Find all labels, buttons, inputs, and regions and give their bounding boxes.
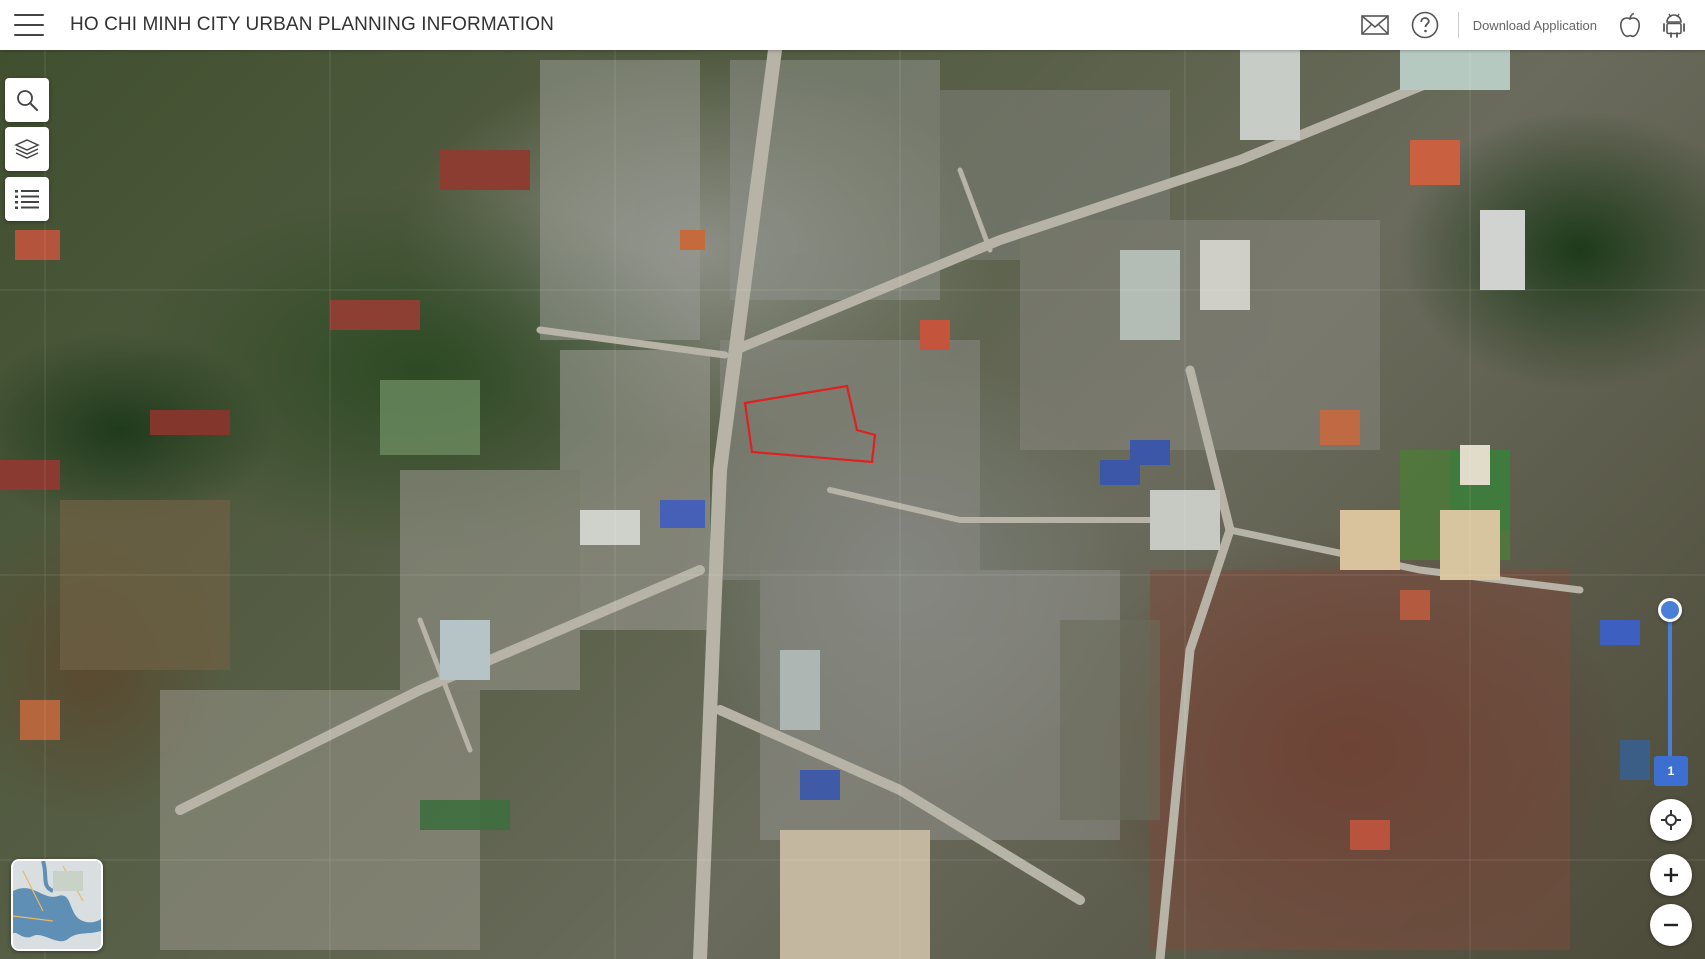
- apple-icon[interactable]: [1613, 8, 1647, 42]
- top-bar: HO CHI MINH CITY URBAN PLANNING INFORMAT…: [0, 0, 1705, 50]
- menu-icon[interactable]: [14, 14, 44, 36]
- android-icon[interactable]: [1657, 8, 1691, 42]
- opacity-slider-handle[interactable]: [1658, 598, 1682, 622]
- map-imagery: [0, 50, 1705, 959]
- locate-icon[interactable]: [1650, 799, 1692, 841]
- satellite-map[interactable]: [0, 50, 1705, 959]
- plus-icon: [1664, 868, 1678, 882]
- zoom-out-button[interactable]: [1650, 904, 1692, 946]
- minus-icon: [1664, 923, 1678, 927]
- opacity-slider-track[interactable]: [1668, 612, 1672, 770]
- app-title: HO CHI MINH CITY URBAN PLANNING INFORMAT…: [70, 14, 554, 35]
- search-icon[interactable]: [5, 78, 49, 122]
- zoom-in-button[interactable]: [1650, 854, 1692, 896]
- opacity-slider-value: 1: [1654, 756, 1688, 786]
- opacity-slider-fill: [1668, 612, 1672, 770]
- layers-icon[interactable]: [5, 127, 49, 171]
- overview-minimap[interactable]: [11, 859, 103, 951]
- help-icon[interactable]: [1408, 8, 1442, 42]
- selected-parcel[interactable]: [745, 386, 875, 462]
- download-app-label: Download Application: [1472, 17, 1597, 33]
- header-divider: [1457, 12, 1459, 38]
- mail-icon[interactable]: [1358, 8, 1392, 42]
- list-icon[interactable]: [5, 177, 49, 221]
- header-actions: Download Application: [1358, 0, 1705, 50]
